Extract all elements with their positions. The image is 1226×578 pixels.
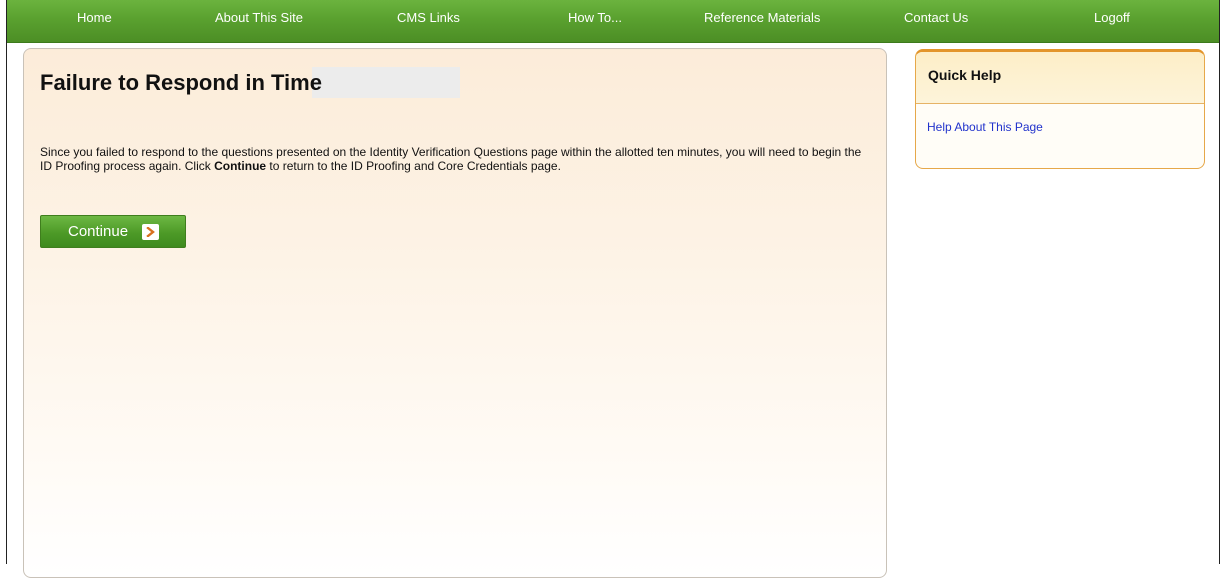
main-content-panel: Failure to Respond in Time Since you fai… [23, 48, 887, 578]
window-right-border [1219, 0, 1220, 564]
continue-button[interactable]: Continue [40, 215, 186, 248]
nav-about-this-site[interactable]: About This Site [215, 10, 303, 25]
message-continue-emphasis: Continue [214, 159, 267, 173]
title-selection-highlight [312, 67, 460, 98]
nav-contact-us[interactable]: Contact Us [904, 10, 968, 25]
top-navigation-bar: Home About This Site CMS Links How To...… [7, 0, 1219, 43]
nav-cms-links[interactable]: CMS Links [397, 10, 460, 25]
window-left-border [6, 0, 7, 564]
page-title-container: Failure to Respond in Time [40, 67, 460, 98]
nav-reference-materials[interactable]: Reference Materials [704, 10, 820, 25]
nav-logoff[interactable]: Logoff [1094, 10, 1130, 25]
message-text-part2: to return to the ID Proofing and Core Cr… [266, 159, 561, 173]
timeout-message: Since you failed to respond to the quest… [40, 145, 870, 173]
page-title: Failure to Respond in Time [40, 70, 322, 95]
quick-help-box: Quick Help Help About This Page [915, 49, 1205, 169]
nav-how-to[interactable]: How To... [568, 10, 622, 25]
nav-home[interactable]: Home [77, 10, 112, 25]
help-about-this-page-link[interactable]: Help About This Page [927, 120, 1043, 134]
continue-button-label: Continue [68, 223, 129, 240]
quick-help-title: Quick Help [928, 67, 1002, 83]
chevron-right-icon [142, 223, 160, 240]
